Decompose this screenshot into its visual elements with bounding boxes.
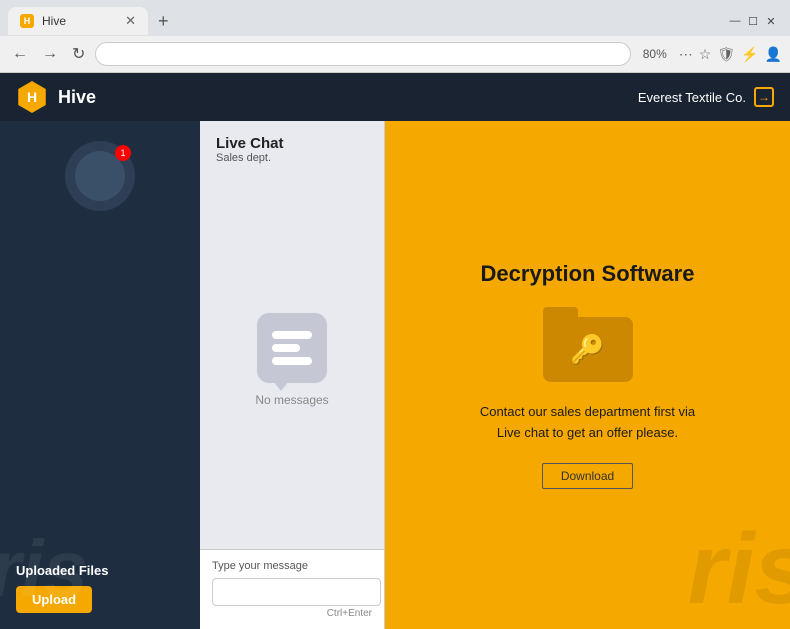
chat-input-row: Send [212, 578, 372, 606]
chat-input-label: Type your message [212, 560, 372, 572]
chat-empty-icon [257, 313, 327, 383]
decryption-description: Contact our sales department first via L… [480, 402, 695, 444]
lightning-icon[interactable]: ⚡ [741, 46, 758, 63]
username-label: Everest Textile Co. [638, 90, 746, 105]
refresh-button[interactable]: ↻ [68, 44, 89, 64]
chat-line-2 [272, 344, 300, 352]
decrypt-desc-line2: Live chat to get an offer please. [497, 425, 678, 440]
chat-line-1 [272, 331, 312, 339]
decryption-panel: Decryption Software 🔑 Contact our sales … [385, 121, 790, 629]
browser-chrome: H Hive ✕ + — ☐ ✕ ← → ↻ 80% ⋯ ☆ 🛡 ⚡ 👤 [0, 0, 790, 73]
address-bar-icons: ⋯ ☆ 🛡 ⚡ 👤 [679, 46, 782, 63]
decrypt-watermark: ris [688, 519, 790, 619]
chat-subtitle: Sales dept. [216, 152, 368, 164]
chat-shortcut-hint: Ctrl+Enter [212, 608, 372, 619]
tab-close-button[interactable]: ✕ [125, 13, 136, 29]
main-content: 1 ris Uploaded Files Upload Live Chat Sa… [0, 121, 790, 629]
chat-messages-area: No messages [200, 170, 384, 549]
sidebar-bottom: Uploaded Files Upload [0, 547, 200, 629]
window-controls: — ☐ ✕ [728, 14, 782, 28]
tab-title: Hive [42, 14, 66, 28]
upload-button[interactable]: Upload [16, 586, 92, 613]
chat-panel: Live Chat Sales dept. No messages Type y… [200, 121, 385, 629]
notification-badge: 1 [115, 145, 131, 161]
app-container: H Hive Everest Textile Co. → 1 ris Uploa… [0, 73, 790, 629]
zoom-level: 80% [637, 47, 673, 61]
no-messages-label: No messages [255, 393, 328, 407]
chat-title: Live Chat [216, 135, 368, 152]
forward-button[interactable]: → [38, 45, 62, 63]
download-button[interactable]: Download [542, 463, 633, 489]
new-tab-button[interactable]: + [152, 11, 175, 32]
chat-message-input[interactable] [212, 578, 381, 606]
extensions-icon[interactable]: ⋯ [679, 46, 693, 63]
decryption-title: Decryption Software [481, 261, 695, 287]
favorites-icon[interactable]: ☆ [699, 46, 712, 63]
logout-button[interactable]: → [754, 87, 774, 107]
tab-favicon: H [20, 14, 34, 28]
folder-icon: 🔑 [543, 307, 633, 382]
avatar: 1 [65, 141, 135, 211]
chat-lines [264, 323, 320, 373]
url-input[interactable] [95, 42, 630, 66]
chat-input-area: Type your message Send Ctrl+Enter [200, 549, 384, 629]
folder-body: 🔑 [543, 317, 633, 382]
address-bar: ← → ↻ 80% ⋯ ☆ 🛡 ⚡ 👤 [0, 36, 790, 72]
key-icon: 🔑 [570, 333, 605, 366]
close-window-button[interactable]: ✕ [764, 14, 778, 28]
profile-icon[interactable]: 👤 [765, 46, 782, 63]
chat-line-3 [272, 357, 312, 365]
avatar-area: 1 [0, 121, 200, 231]
nav-user-area: Everest Textile Co. → [638, 87, 774, 107]
uploaded-files-label: Uploaded Files [16, 563, 184, 578]
tab-bar: H Hive ✕ + — ☐ ✕ [0, 0, 790, 36]
app-nav: H Hive Everest Textile Co. → [0, 73, 790, 121]
chat-header: Live Chat Sales dept. [200, 121, 384, 170]
logo-hexagon: H [16, 81, 48, 113]
app-name: Hive [58, 87, 96, 108]
sidebar: 1 ris Uploaded Files Upload [0, 121, 200, 629]
decrypt-desc-line1: Contact our sales department first via [480, 404, 695, 419]
active-tab[interactable]: H Hive ✕ [8, 7, 148, 35]
back-button[interactable]: ← [8, 45, 32, 63]
app-logo: H Hive [16, 81, 96, 113]
minimize-button[interactable]: — [728, 14, 742, 28]
restore-button[interactable]: ☐ [746, 14, 760, 28]
shield-icon[interactable]: 🛡 [717, 46, 735, 63]
